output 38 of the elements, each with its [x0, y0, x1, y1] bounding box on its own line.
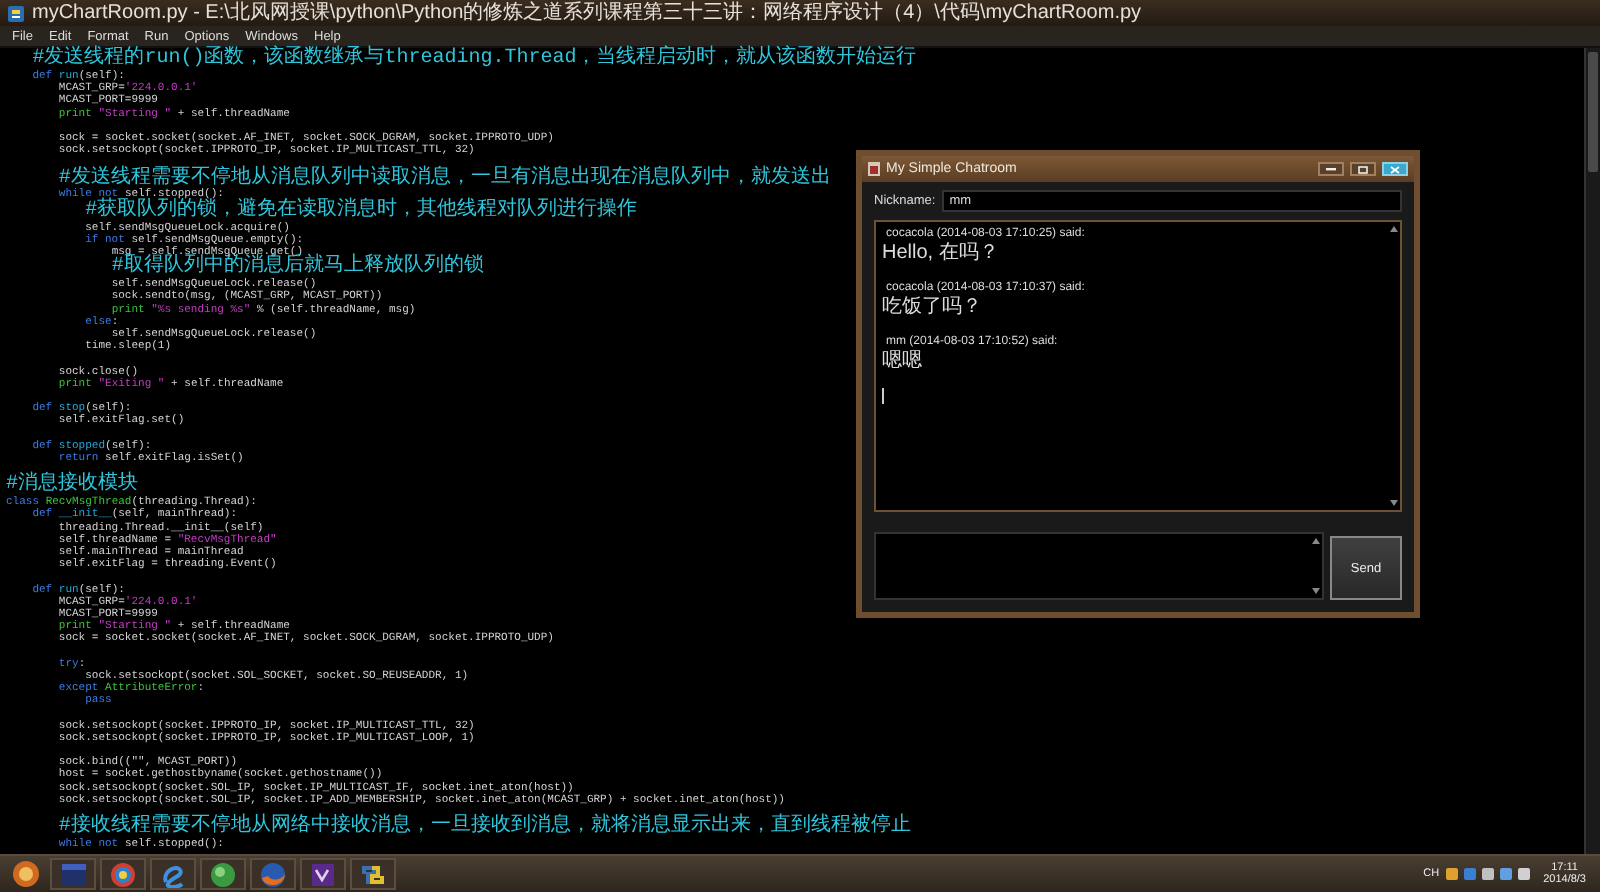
- maximize-icon: [1358, 165, 1368, 173]
- code-line: #发送线程的run()函数，该函数继承与threading.Thread，当线程启动时，就从该函数开始运行: [30, 50, 917, 70]
- scroll-up-icon: [1312, 538, 1320, 544]
- window-icon: [868, 162, 880, 176]
- window-title: myChartRoom.py - E:\北风网授课\python\Python的修炼之道系列课程第三十三讲：网络程序设计（4）\代码\myChartRoom.py: [32, 1, 1142, 25]
- scroll-up-icon: [1390, 226, 1398, 232]
- taskbar-button[interactable]: [300, 858, 346, 890]
- minimize-button[interactable]: [1318, 162, 1344, 176]
- globe-icon: [210, 861, 236, 887]
- message-input[interactable]: [874, 532, 1324, 600]
- taskbar-button[interactable]: [200, 858, 246, 890]
- close-button[interactable]: [1382, 162, 1408, 176]
- code-line: #消息接收模块: [6, 476, 139, 497]
- start-orb-icon: [12, 860, 40, 888]
- minimize-icon: [1326, 166, 1336, 172]
- code-line: #取得队列中的消息后就马上释放队列的锁: [109, 258, 484, 279]
- message-text: 吃饭了吗？: [882, 296, 984, 318]
- studio-icon: [310, 861, 336, 887]
- scrollbar[interactable]: [1584, 48, 1600, 854]
- swirl-icon: [160, 861, 186, 887]
- ring-icon: [110, 861, 136, 887]
- taskbar-button[interactable]: [250, 858, 296, 890]
- code-line: #接收线程需要不停地从网络中接收消息，一旦接收到消息，就将消息显示出来，直到线程被停止: [56, 818, 911, 839]
- taskbar-button[interactable]: [100, 858, 146, 890]
- close-icon: [1390, 165, 1400, 173]
- taskbar-button[interactable]: [150, 858, 196, 890]
- maximize-button[interactable]: [1350, 162, 1376, 176]
- program-icon: [8, 5, 24, 21]
- window-icon: [59, 861, 87, 887]
- scroll-down-icon: [1390, 500, 1398, 506]
- message-text: Hello, 在吗？: [882, 242, 1001, 264]
- scroll-down-icon: [1312, 588, 1320, 594]
- snake-icon: [360, 861, 386, 887]
- taskbar-button[interactable]: [350, 858, 396, 890]
- code-line: #发送线程需要不停地从消息队列中读取消息，一旦有消息出现在消息队列中，就发送出: [56, 169, 831, 189]
- globe-icon: [260, 861, 286, 887]
- message-text: 嗯嗯: [882, 350, 924, 372]
- code-line: #获取队列的锁，避免在读取消息时，其他线程对队列进行操作: [83, 201, 638, 222]
